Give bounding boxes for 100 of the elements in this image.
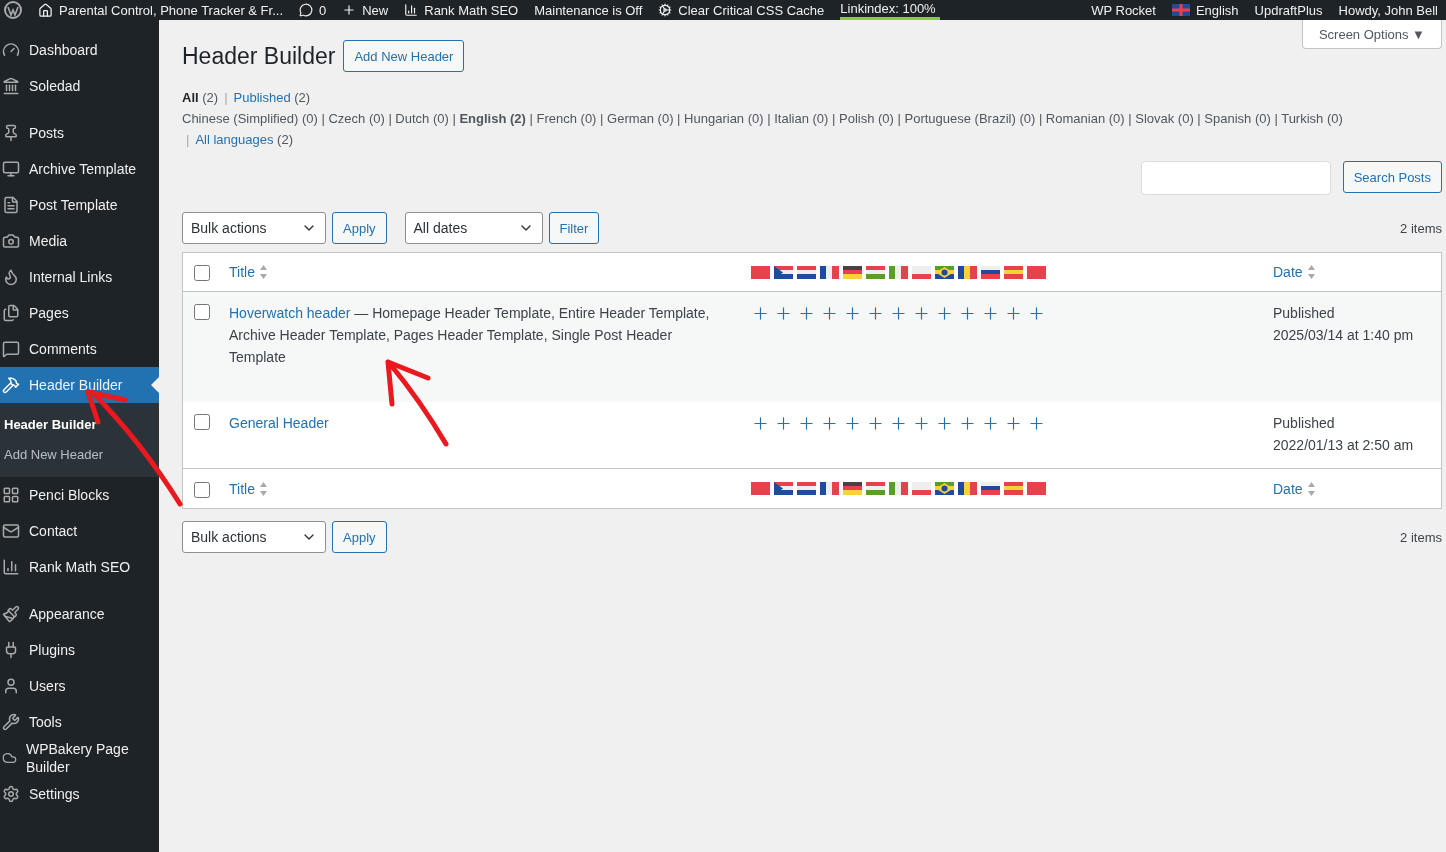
add-translation-icon[interactable] xyxy=(958,414,977,433)
apply-button[interactable]: Apply xyxy=(332,521,387,553)
add-translation-icon[interactable] xyxy=(889,304,908,323)
add-translation-icon[interactable] xyxy=(981,414,1000,433)
menu-item[interactable]: Soledad xyxy=(0,68,159,104)
menu-item[interactable]: Users xyxy=(0,668,159,704)
pin-icon xyxy=(2,124,20,142)
bar-link[interactable]: Linkindex: 100% xyxy=(840,0,941,16)
add-translation-icon[interactable] xyxy=(797,414,816,433)
flag-icon xyxy=(797,482,816,495)
language-links[interactable]: Chinese (Simplified) (0) | Czech (0) | Dutch (0) | English (2) | French (0) | German (0) | Hungarian (0) | Italian (0) | Polish (0) | Portuguese (Brazil) (0) | Romanian (0) | Slovak (0) | Spanish (0) | Turkish (0) xyxy=(182,111,1343,126)
menu-item[interactable]: Media xyxy=(0,223,159,259)
add-translation-icon[interactable] xyxy=(912,304,931,323)
bulk-actions-select[interactable]: Bulk actions xyxy=(182,521,326,553)
flag-icon xyxy=(774,482,793,495)
add-translation-icon[interactable] xyxy=(889,414,908,433)
date-column-header[interactable]: Date xyxy=(1273,480,1303,497)
title-column-header[interactable]: Title xyxy=(229,480,255,497)
add-translation-icon[interactable] xyxy=(1027,304,1046,323)
add-translation-icon[interactable] xyxy=(843,304,862,323)
dates-select[interactable]: All dates xyxy=(404,212,543,244)
menu-item[interactable]: Penci Blocks xyxy=(0,477,159,513)
bar-link[interactable]: 0 xyxy=(319,2,327,18)
row-checkbox[interactable] xyxy=(194,304,210,320)
apply-button[interactable]: Apply xyxy=(332,212,387,244)
menu-item[interactable]: Rank Math SEO xyxy=(0,549,159,585)
menu-item[interactable]: Header Builder xyxy=(0,367,159,403)
select-all-checkbox[interactable] xyxy=(194,481,210,498)
menu-item[interactable]: Settings xyxy=(0,776,159,812)
separator-text: | xyxy=(185,132,190,147)
menu-item[interactable]: Comments xyxy=(0,331,159,367)
menu-item[interactable]: WPBakery Page Builder xyxy=(0,740,159,776)
add-translation-icon[interactable] xyxy=(843,414,862,433)
add-translation-icon[interactable] xyxy=(912,414,931,433)
bar-link[interactable]: WP Rocket xyxy=(1091,2,1156,18)
select-all-checkbox[interactable] xyxy=(194,265,210,281)
plus-icon xyxy=(342,3,357,17)
menu-item[interactable]: Plugins xyxy=(0,632,159,668)
add-translation-icon[interactable] xyxy=(1004,304,1023,323)
add-new-button[interactable]: Add New Header xyxy=(343,40,465,72)
add-translation-icon[interactable] xyxy=(1027,414,1046,433)
menu-item[interactable]: Internal Links xyxy=(0,259,159,295)
post-title-link[interactable]: General Header xyxy=(229,415,329,431)
menu-item[interactable]: Dashboard xyxy=(0,32,159,68)
menu-item[interactable]: Posts xyxy=(0,115,159,151)
add-translation-icon[interactable] xyxy=(797,304,816,323)
bar-link[interactable]: Rank Math SEO xyxy=(424,2,519,18)
bar-link[interactable]: Howdy, John Bell xyxy=(1338,2,1438,18)
add-translation-icon[interactable] xyxy=(1004,414,1023,433)
add-translation-icon[interactable] xyxy=(935,304,954,323)
title-column-header[interactable]: Title xyxy=(229,264,255,280)
date-column-header[interactable]: Date xyxy=(1273,264,1303,280)
flag-icon xyxy=(843,482,862,495)
bar-link[interactable]: UpdraftPlus xyxy=(1254,2,1323,18)
status-link[interactable]: Published (2) xyxy=(233,90,311,105)
add-translation-icon[interactable] xyxy=(935,414,954,433)
menu-item[interactable]: Contact xyxy=(0,513,159,549)
post-title-link[interactable]: Hoverwatch header xyxy=(229,305,351,321)
all-languages-link[interactable]: All languages (2) xyxy=(195,132,293,147)
wordpress-logo[interactable] xyxy=(4,1,22,19)
post-date: Published 2022/01/13 at 2:50 am xyxy=(1273,414,1414,455)
add-translation-icon[interactable] xyxy=(774,304,793,323)
add-translation-icon[interactable] xyxy=(866,414,885,433)
status-link[interactable]: All (2) xyxy=(182,90,219,105)
flag-icon xyxy=(820,482,839,495)
add-translation-icon[interactable] xyxy=(751,304,770,323)
settings-icon xyxy=(2,785,20,803)
brush-icon xyxy=(2,605,20,623)
submenu-item[interactable]: Header Builder xyxy=(0,409,159,439)
bulk-actions-select[interactable]: Bulk actions xyxy=(182,212,326,244)
user-icon xyxy=(2,677,20,695)
item-count: 2 items xyxy=(1400,220,1442,236)
bar-link[interactable]: Maintenance is Off xyxy=(534,2,643,18)
bar-link[interactable]: Parental Control, Phone Tracker & Fr... xyxy=(59,2,283,18)
submenu-item[interactable]: Add New Header xyxy=(0,439,159,469)
bar-link[interactable]: English xyxy=(1195,2,1239,18)
bar-link[interactable]: Clear Critical CSS Cache xyxy=(678,2,825,18)
camera-icon xyxy=(2,232,20,250)
add-translation-icon[interactable] xyxy=(774,414,793,433)
menu-item[interactable]: Appearance xyxy=(0,596,159,632)
add-translation-icon[interactable] xyxy=(820,414,839,433)
menu-item[interactable]: Archive Template xyxy=(0,151,159,187)
menu-item[interactable]: Pages xyxy=(0,295,159,331)
add-translation-icon[interactable] xyxy=(981,304,1000,323)
bar-link[interactable]: New xyxy=(362,2,389,18)
add-translation-icon[interactable] xyxy=(866,304,885,323)
add-translation-icon[interactable] xyxy=(751,414,770,433)
add-translation-icon[interactable] xyxy=(958,304,977,323)
mail-icon xyxy=(2,522,20,540)
flag-icon xyxy=(797,265,816,279)
filter-button[interactable]: Filter xyxy=(548,212,600,244)
menu-item[interactable]: Tools xyxy=(0,704,159,740)
flag-icon xyxy=(1004,265,1023,279)
screen-options-button[interactable]: Screen Options ▼ xyxy=(1301,20,1442,49)
search-field[interactable] xyxy=(1140,161,1331,195)
chart-icon xyxy=(404,3,419,17)
search-button[interactable]: Search Posts xyxy=(1342,161,1442,193)
row-checkbox[interactable] xyxy=(194,414,210,430)
add-translation-icon[interactable] xyxy=(820,304,839,323)
menu-item[interactable]: Post Template xyxy=(0,187,159,223)
